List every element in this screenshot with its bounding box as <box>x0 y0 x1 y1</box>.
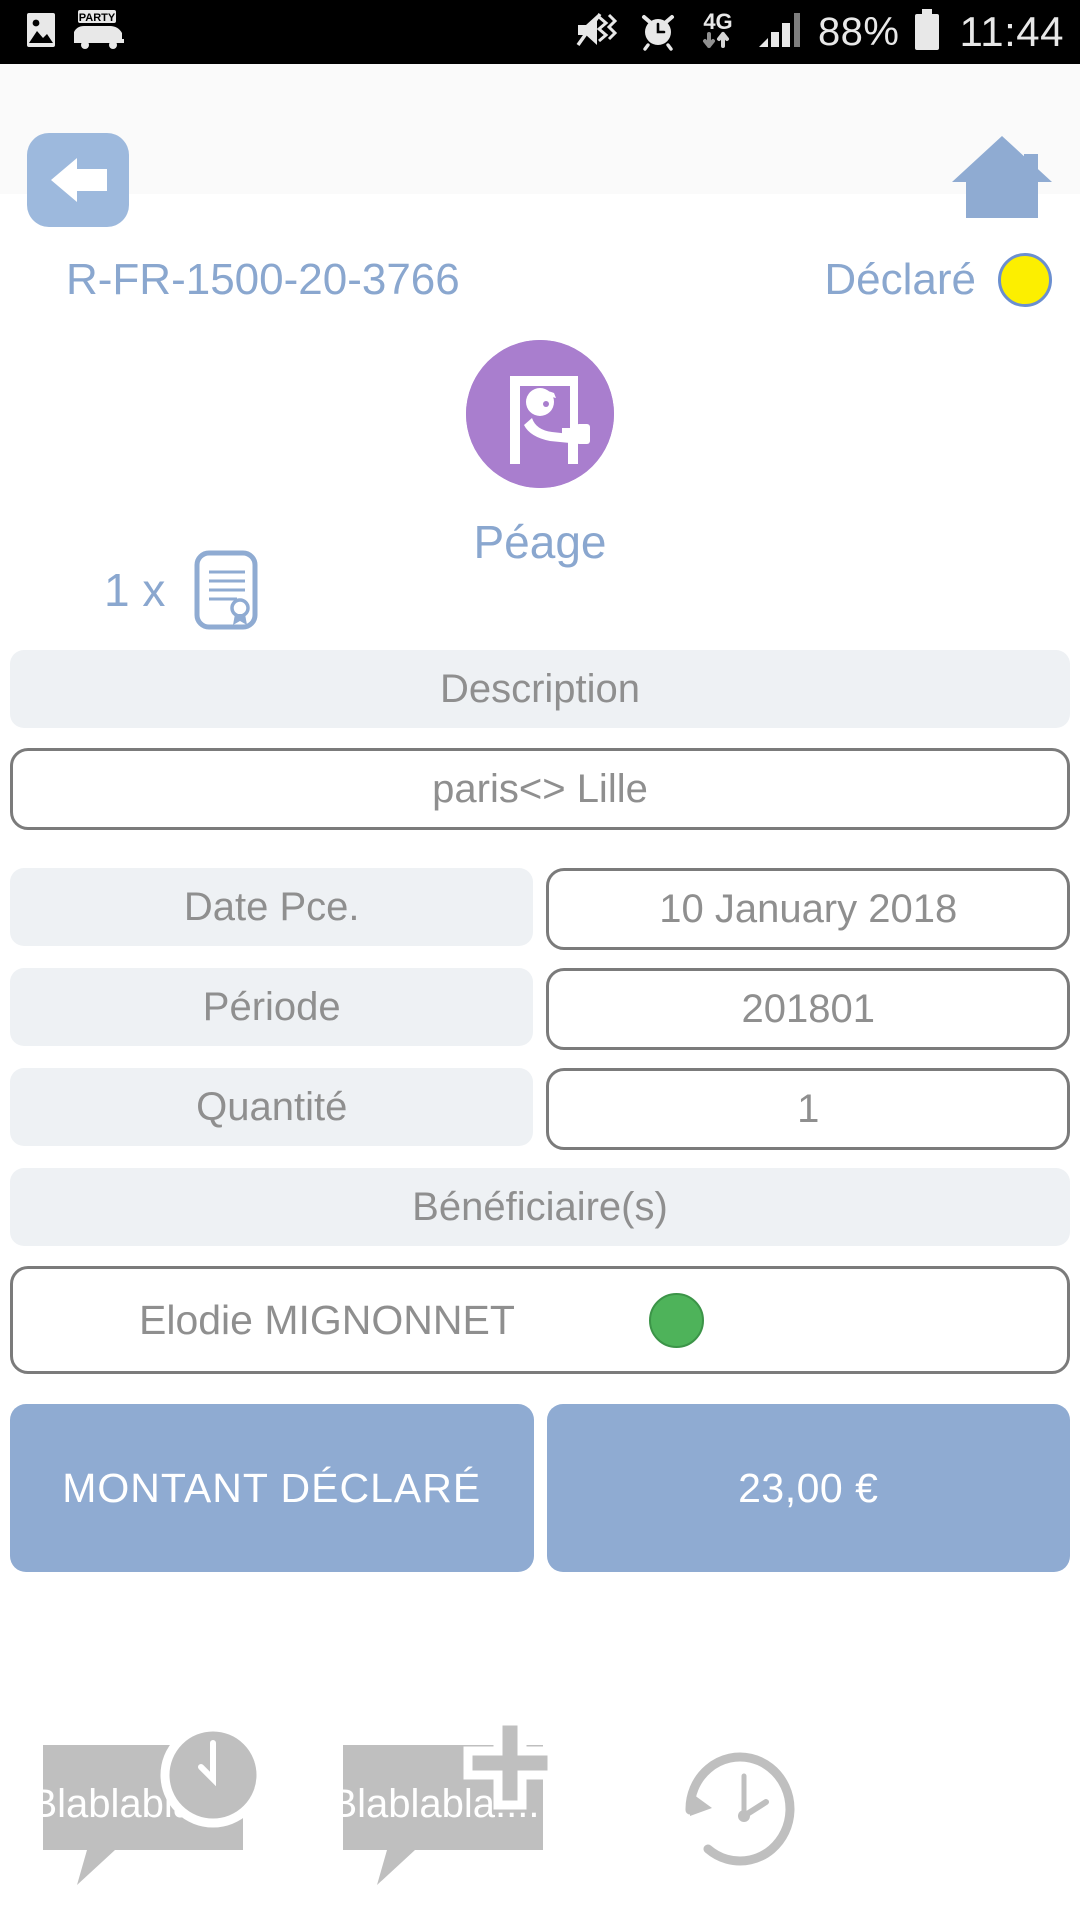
description-label: Description <box>10 650 1070 728</box>
top-navigation-bar <box>0 64 1080 194</box>
reference-row: R-FR-1500-20-3766 Déclaré <box>0 248 1080 312</box>
status-bar-right: 4G 88% 11:44 <box>576 8 1064 57</box>
period-input[interactable]: 201801 <box>546 968 1070 1050</box>
bottom-toolbar: Blablabla.... Blablabla.... <box>0 1690 1080 1920</box>
back-button[interactable] <box>27 133 129 227</box>
description-value-row: paris<> Lille <box>10 748 1070 830</box>
quantity-row: Quantité 1 <box>10 1068 1070 1150</box>
quantity-label: Quantité <box>10 1068 534 1146</box>
date-label: Date Pce. <box>10 868 534 946</box>
declared-amount-value[interactable]: 23,00 € <box>546 1404 1070 1572</box>
mute-vibrate-icon <box>576 11 624 54</box>
signal-bars-icon <box>757 10 805 55</box>
date-row: Date Pce. 10 January 2018 <box>10 868 1070 950</box>
beneficiary-status-dot <box>648 1292 704 1348</box>
home-button[interactable] <box>948 132 1056 220</box>
date-input[interactable]: 10 January 2018 <box>546 868 1070 950</box>
battery-percent-label: 88% <box>817 10 900 54</box>
alarm-clock-icon <box>637 9 679 56</box>
certificate-icon[interactable] <box>185 548 269 632</box>
add-comment-icon: Blablabla.... <box>335 1717 557 1885</box>
beneficiaries-label: Bénéficiaire(s) <box>10 1168 1070 1246</box>
attachment-row[interactable]: 1 x <box>104 548 269 632</box>
detail-form: Description paris<> Lille Date Pce. 10 J… <box>0 650 1080 1572</box>
reference-code: R-FR-1500-20-3766 <box>66 255 460 304</box>
4g-data-icon: 4G <box>692 8 744 57</box>
attachment-quantity-label: 1 x <box>104 564 166 616</box>
back-arrow-icon <box>51 158 107 202</box>
svg-text:4G: 4G <box>703 9 732 34</box>
beneficiary-name: Elodie MIGNONNET <box>139 1296 515 1343</box>
beneficiary-item[interactable]: Elodie MIGNONNET <box>10 1266 1070 1374</box>
status-indicator-dot <box>998 253 1052 307</box>
svg-text:PARTY: PARTY <box>79 12 116 24</box>
status-badge[interactable]: Déclaré <box>824 253 1052 307</box>
declared-amount-label[interactable]: MONTANT DÉCLARÉ <box>10 1404 534 1572</box>
battery-icon <box>913 8 941 56</box>
period-row: Période 201801 <box>10 968 1070 1050</box>
comment-history-icon: Blablabla.... <box>35 1722 266 1885</box>
home-icon <box>952 136 1052 218</box>
add-comment-button[interactable]: Blablabla.... <box>330 1712 590 1892</box>
status-bar: PARTY 4G 88% 11:44 <box>0 0 1080 64</box>
description-input[interactable]: paris<> Lille <box>10 748 1070 830</box>
toll-booth-icon <box>466 340 614 488</box>
category-icon <box>466 340 614 488</box>
period-label: Période <box>10 968 534 1046</box>
photo-icon <box>26 12 56 53</box>
description-label-row: Description <box>10 650 1070 728</box>
history-button[interactable] <box>650 1720 830 1900</box>
comment-history-button[interactable]: Blablabla.... <box>30 1712 290 1892</box>
app-screen: PARTY 4G 88% 11:44 R-FR-1500-20-3766 Déc… <box>0 0 1080 1920</box>
amount-row: MONTANT DÉCLARÉ 23,00 € <box>10 1404 1070 1572</box>
status-badge-label: Déclaré <box>824 255 976 304</box>
beneficiaries-label-row: Bénéficiaire(s) <box>10 1168 1070 1246</box>
status-bar-left: PARTY <box>26 9 126 55</box>
history-clock-icon <box>685 1752 795 1866</box>
quantity-input[interactable]: 1 <box>546 1068 1070 1150</box>
party-van-icon: PARTY <box>72 9 126 55</box>
clock-label: 11:44 <box>959 8 1064 55</box>
